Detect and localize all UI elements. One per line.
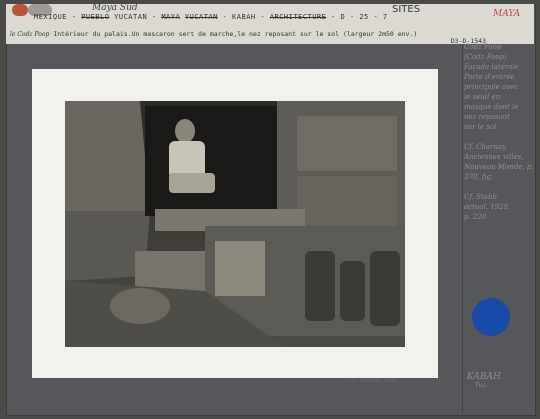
- card-divider: [462, 44, 463, 414]
- mount-stamp: Cl. Charnay 1882: [348, 378, 397, 384]
- note-line: sur le sol: [464, 123, 497, 131]
- tape-mark-red: [12, 4, 28, 16]
- note-line: nez reposant: [464, 113, 510, 121]
- photograph: [65, 101, 405, 347]
- caption-line: le Codz Poop Intérieur du palais.Un masca…: [10, 30, 417, 38]
- handwritten-maya-note: Maya Sud: [92, 3, 138, 13]
- sites-label: SITES: [392, 4, 421, 15]
- note-line: Porte d'entrée: [464, 73, 515, 81]
- classification-line: MEXIQUE - PUEBLO YUCATAN - MAYA YUCATAN …: [34, 13, 388, 21]
- note-line: Nouveau Monde, p.: [464, 163, 534, 171]
- site-sub: Yuc.: [475, 382, 488, 389]
- note-line: principale avec: [464, 83, 519, 91]
- handwritten-prefix: le Codz Poop: [10, 31, 50, 38]
- card-header: Maya Sud MEXIQUE - PUEBLO YUCATAN - MAYA…: [6, 3, 534, 45]
- note-line: masque dont le: [464, 103, 519, 111]
- note-line: Façade latérale: [464, 63, 519, 71]
- note-line: Anciennes villes,: [464, 153, 524, 161]
- blue-sticker-dot: [472, 298, 510, 336]
- site-name: KABAH: [467, 372, 501, 382]
- note-line: Codz Poop: [464, 43, 502, 51]
- note-line: 370, fig.: [464, 173, 494, 181]
- note-line: (Codz Poop): [464, 53, 507, 61]
- maya-label: MAYA: [493, 9, 521, 19]
- palace-interior-photo: [65, 101, 405, 347]
- note-line: le seuil en: [464, 93, 501, 101]
- note-line: Cf. Charnay: [464, 143, 507, 151]
- site-label: KABAH Yuc.: [467, 372, 501, 389]
- note-line: Cf. Stabb: [464, 193, 497, 201]
- photographer-note: cl. Charnay: [380, 52, 421, 60]
- note-line: [464, 132, 534, 142]
- note-line: [464, 182, 534, 192]
- handwritten-notes: Codz Poop (Codz Poop) Façade latérale Po…: [464, 42, 534, 222]
- caption-text: Intérieur du palais.Un mascaron sert de …: [53, 30, 418, 38]
- note-line: actual, 1928,: [464, 203, 511, 211]
- note-line: p. 220: [464, 213, 487, 221]
